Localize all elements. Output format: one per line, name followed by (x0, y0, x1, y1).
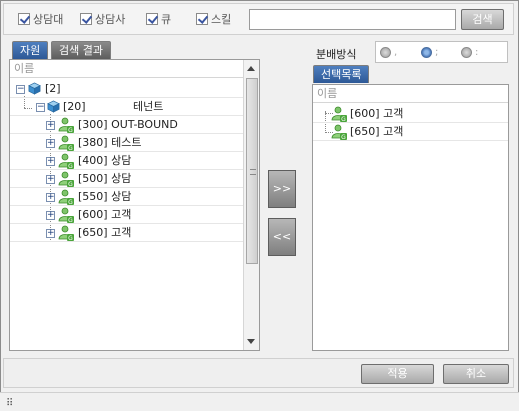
svg-text:G: G (341, 134, 346, 140)
apply-button[interactable]: 적용 (361, 364, 434, 384)
svg-text:G: G (68, 145, 73, 151)
resize-grip-icon[interactable]: ⠿ (6, 398, 13, 409)
tree-node-label: [550] 상담 (78, 190, 132, 203)
distribution-method-label: 분배방식 (316, 48, 357, 61)
tree-node-root[interactable]: − [2] (10, 80, 243, 98)
tree-node-label: [20] (63, 100, 86, 113)
skill-group-icon: G (58, 117, 74, 133)
scroll-down-icon[interactable] (247, 339, 255, 344)
skill-group-icon: G (58, 189, 74, 205)
expand-icon[interactable]: + (46, 175, 55, 184)
collapse-icon[interactable]: − (36, 103, 45, 112)
skill-group-icon: G (331, 106, 347, 122)
expand-icon[interactable]: + (46, 121, 55, 130)
column-header-name: 이름 (10, 60, 243, 78)
tree-node-skill[interactable]: + G [500] 상담 (10, 170, 243, 188)
selected-list-item[interactable]: G [650] 고객 (313, 123, 508, 141)
tab-resources[interactable]: 자원 (12, 41, 49, 59)
svg-text:G: G (68, 181, 73, 187)
selected-list-item[interactable]: G [600] 고객 (313, 105, 508, 123)
radio-label: ; (435, 47, 439, 58)
cube-icon (47, 100, 60, 113)
vertical-scrollbar[interactable] (243, 60, 259, 350)
add-to-selection-button[interactable]: >> (268, 170, 296, 208)
svg-text:G: G (68, 217, 73, 223)
tree-node-label: [400] 상담 (78, 154, 132, 167)
distribution-radio-colon[interactable] (461, 47, 472, 58)
svg-text:G: G (68, 235, 73, 241)
tree-node-label: [2] (45, 82, 61, 95)
expand-icon[interactable]: + (46, 139, 55, 148)
tree-node-skill[interactable]: + G [550] 상담 (10, 188, 243, 206)
tree-node-skill[interactable]: + G [400] 상담 (10, 152, 243, 170)
tab-selected-list[interactable]: 선택목록 (313, 65, 370, 83)
skill-group-icon: G (58, 171, 74, 187)
checkbox-icon (146, 13, 158, 25)
tree-node-skill[interactable]: + G [380] 테스트 (10, 134, 243, 152)
filter-label: 스킬 (211, 13, 232, 26)
scroll-thumb[interactable] (246, 78, 258, 264)
tree-node-label: [500] 상담 (78, 172, 132, 185)
column-header-name: 이름 (313, 85, 508, 103)
tab-search-results[interactable]: 검색 결과 (51, 41, 111, 59)
filter-label: 큐 (161, 13, 172, 26)
svg-text:G: G (68, 163, 73, 169)
distribution-radio-semicolon[interactable] (421, 47, 432, 58)
expand-icon[interactable]: + (46, 229, 55, 238)
svg-text:G: G (68, 127, 73, 133)
selected-item-label: [650] 고객 (350, 125, 404, 138)
scroll-up-icon[interactable] (247, 66, 255, 71)
skill-group-icon: G (58, 135, 74, 151)
filter-label: 상담사 (95, 13, 126, 26)
expand-icon[interactable]: + (46, 211, 55, 220)
filter-bar: 상담대 상담사 큐 스킬 검색 (3, 3, 514, 35)
filter-checkbox-skill[interactable]: 스킬 (196, 12, 231, 26)
tree-node-label: [380] 테스트 (78, 136, 142, 149)
tree-node-label: [650] 고객 (78, 226, 132, 239)
cube-icon (28, 82, 41, 95)
tree-node-label: [300] OUT-BOUND (78, 118, 178, 131)
search-button[interactable]: 검색 (461, 9, 504, 30)
tree-node-tenant[interactable]: − [20] 테넌트 (10, 98, 243, 116)
skill-group-icon: G (58, 153, 74, 169)
checkbox-icon (18, 13, 30, 25)
tree-node-skill[interactable]: + G [650] 고객 (10, 224, 243, 242)
tree-node-label: [600] 고객 (78, 208, 132, 221)
search-input[interactable] (249, 9, 456, 30)
collapse-icon[interactable]: − (16, 85, 25, 94)
filter-checkbox-counselor-seat[interactable]: 상담대 (18, 12, 63, 26)
skill-group-icon: G (58, 207, 74, 223)
action-bar (3, 358, 514, 388)
tree-node-suffix: 테넌트 (133, 100, 164, 113)
radio-label: , (394, 47, 398, 58)
expand-icon[interactable]: + (46, 157, 55, 166)
filter-checkbox-agent[interactable]: 상담사 (80, 12, 125, 26)
distribution-method-options: , ; : (375, 41, 508, 63)
filter-checkbox-queue[interactable]: 큐 (146, 12, 171, 26)
selected-item-label: [600] 고객 (350, 107, 404, 120)
cancel-button[interactable]: 취소 (443, 364, 509, 384)
distribution-radio-comma[interactable] (380, 47, 391, 58)
resource-tree-panel: 이름 − [2] − [20] 테넌트 + G [300] OUT-BOUND … (9, 59, 260, 351)
remove-from-selection-button[interactable]: << (268, 218, 296, 256)
checkbox-icon (196, 13, 208, 25)
tree-node-skill[interactable]: + G [600] 고객 (10, 206, 243, 224)
status-bar: ⠿ (0, 392, 519, 411)
filter-label: 상담대 (33, 13, 64, 26)
tree-node-skill[interactable]: + G [300] OUT-BOUND (10, 116, 243, 134)
radio-label: : (475, 47, 479, 58)
svg-text:G: G (68, 199, 73, 205)
expand-icon[interactable]: + (46, 193, 55, 202)
skill-group-icon: G (331, 124, 347, 140)
svg-text:G: G (341, 116, 346, 122)
skill-group-icon: G (58, 225, 74, 241)
selected-list-panel: 이름 G [600] 고객 G [650] 고객 (312, 84, 509, 351)
checkbox-icon (80, 13, 92, 25)
